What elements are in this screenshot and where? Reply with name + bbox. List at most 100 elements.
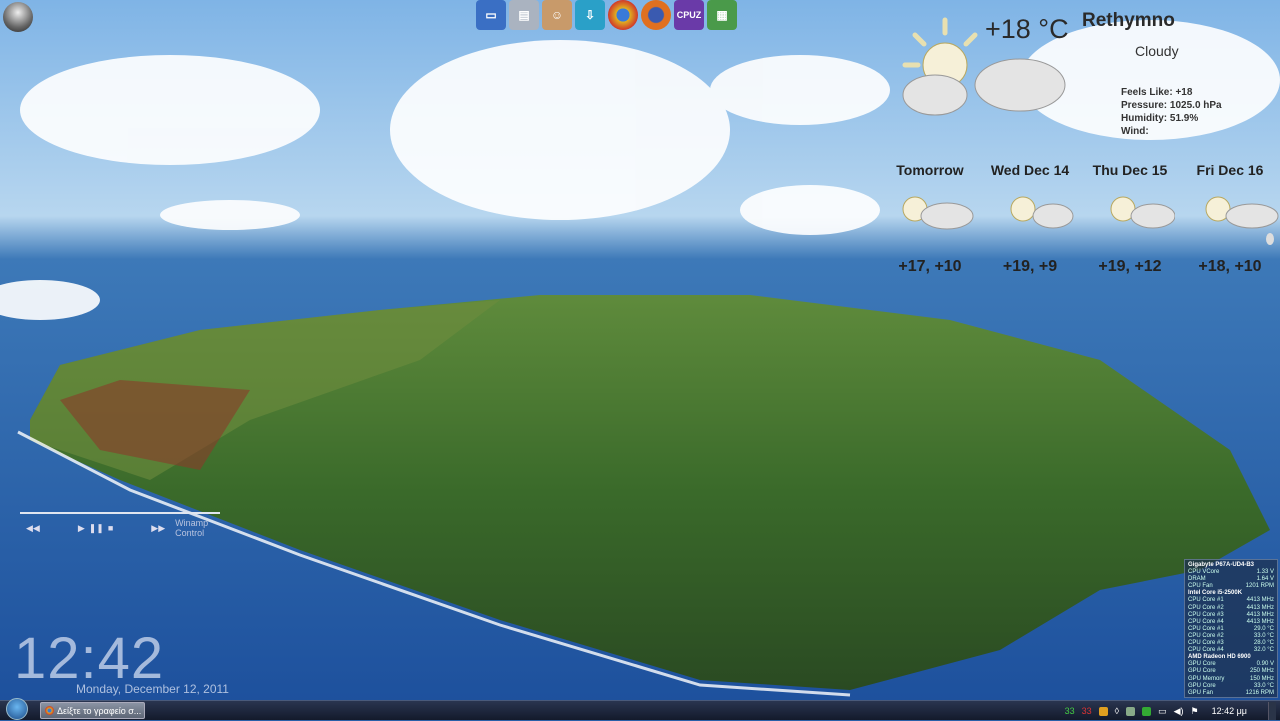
dock: ▭ ▤ ☺ ⇩ CPUZ ▦ [476,0,737,30]
sun-cloud-icon [902,196,974,230]
hw-group-title: Gigabyte P67A-UD4-B3 [1188,562,1255,568]
show-desktop-button[interactable] [1268,702,1276,720]
humidity: Humidity: 51.9% [1121,113,1199,124]
action-center-flag-icon[interactable]: ⚑ [1191,706,1199,717]
winamp-control: ◀◀ ▶ ❚❚ ■ ▶▶ Winamp Control [20,512,220,538]
sensor-value: 250 MHz [1249,668,1274,675]
volume-icon[interactable]: ◀) [1174,706,1184,717]
tray-gpu-temp[interactable]: 33 [1082,706,1092,716]
sensor-label: CPU Fan [1188,583,1213,590]
forecast-day: Wed Dec 14 +19, +9 [980,162,1080,275]
sensor-label: GPU Core [1188,661,1216,668]
sensor-label: CPU Core #1 [1188,597,1224,604]
sensor-label: GPU Fan [1188,689,1214,696]
sensor-value: 1216 RPM [1245,689,1274,696]
hw-sensor-row: GPU Fan 1216 RPM [1188,690,1274,697]
system-tray: 33 33 ◊ ▭ ◀) ⚑ 12:42 μμ [1065,701,1280,721]
forecast-day-label: Fri Dec 16 [1196,162,1264,178]
forecast-day-label: Wed Dec 14 [990,162,1070,178]
sensor-value: 4413 MHz [1246,611,1274,618]
computer-icon[interactable]: ▭ [476,0,506,30]
seek-bar[interactable] [20,512,220,514]
hw-sensor-row: CPU Core #3 28.0 °C [1188,640,1274,647]
desktop-wallpaper [0,0,1280,720]
taskbar-window-button[interactable]: Δείξτε το γραφείο σ... [40,702,145,719]
forecast-day: Thu Dec 15 +19, +12 [1080,162,1180,275]
previous-button[interactable]: ◀◀ [26,523,40,534]
user-icon[interactable]: ☺ [542,0,572,30]
sensor-value: 32.0 °C [1253,647,1274,654]
hw-sensor-row: CPU Core #1 29.0 °C [1188,626,1274,633]
pressure: Pressure: 1025.0 hPa [1121,100,1222,111]
feels-like: Feels Like: +18 [1121,87,1193,98]
hw-sensor-row: GPU Memory 150 MHz [1188,676,1274,683]
tray-app-icon[interactable] [1098,706,1108,716]
chrome-icon[interactable] [608,0,638,30]
hw-sensor-row: CPU Core #4 4413 MHz [1188,619,1274,626]
weather-city: Rethymno [1082,10,1175,31]
hw-sensor-row: CPU Core #3 4413 MHz [1188,612,1274,619]
forecast-temps: +19, +9 [1002,258,1058,275]
hw-sensor-row: CPU Core #4 32.0 °C [1188,647,1274,654]
tray-network-app-icon[interactable] [1126,706,1136,716]
sensor-label: CPU Core #3 [1188,640,1224,647]
sensor-value: 4413 MHz [1246,618,1274,625]
sensor-value: 1.64 V [1256,576,1274,583]
weather-condition: Cloudy [1135,43,1179,59]
sun-cloud-rain-icon [1205,196,1279,245]
sensor-value: 4413 MHz [1246,604,1274,611]
firefox-icon[interactable] [641,0,671,30]
window-label: Δείξτε το γραφείο σ... [57,705,142,716]
clock-date: Monday, December 12, 2011 [76,682,229,696]
wind: Wind: [1121,126,1149,137]
hw-sensor-row: CPU VCore 1.33 V [1188,569,1274,576]
hw-sensor-row: GPU Core 250 MHz [1188,668,1274,675]
sensor-label: CPU Core #1 [1188,625,1224,632]
hw-sensor-row: CPU Core #2 4413 MHz [1188,605,1274,612]
forecast-day-label: Tomorrow [896,162,964,178]
hardware-icon[interactable]: ▦ [707,0,737,30]
cpuz-icon[interactable]: CPUZ [674,0,704,30]
sensor-value: 33.0 °C [1253,682,1274,689]
start-button[interactable] [6,697,28,720]
next-button[interactable]: ▶▶ [151,523,165,534]
sun-cloud-icon [1010,196,1074,229]
hw-sensor-row: CPU Fan 1201 RPM [1188,583,1274,590]
taskbar: Δείξτε το γραφείο σ... 33 33 ◊ ▭ ◀) ⚑ 12… [0,697,1280,721]
play-button[interactable]: ▶ [78,523,85,534]
sensor-value: 33.0 °C [1253,632,1274,639]
forecast-temps: +19, +12 [1098,258,1162,275]
tray-check-icon[interactable] [1142,706,1152,716]
sensor-value: 29.0 °C [1253,625,1274,632]
pause-button[interactable]: ❚❚ [89,523,104,534]
network-icon[interactable]: ▭ [1158,706,1167,717]
sensor-label: CPU Core #2 [1188,604,1224,611]
forecast-day: Tomorrow +17, +10 [880,162,980,275]
sensor-value: 4413 MHz [1246,597,1274,604]
tray-clock[interactable]: 12:42 μμ [1212,706,1247,716]
sun-cloud-icon [1110,196,1176,229]
drive-icon[interactable]: ▤ [509,0,539,30]
sensor-label: CPU VCore [1188,569,1220,576]
rainmeter-orb[interactable] [3,2,33,32]
sensor-label: DRAM [1188,576,1206,583]
sensor-label: GPU Core [1188,682,1216,689]
sensor-value: 1201 RPM [1245,583,1274,590]
tray-cpu-temp[interactable]: 33 [1065,706,1075,716]
forecast-day: Fri Dec 16 +18, +10 [1180,162,1280,275]
hw-sensor-row: CPU Core #2 33.0 °C [1188,633,1274,640]
current-temperature: +18 °C [985,14,1069,44]
forecast-day-label: Thu Dec 15 [1092,162,1168,178]
sensor-label: CPU Core #4 [1188,618,1224,625]
tray-drop-icon[interactable]: ◊ [1115,706,1119,716]
hardware-monitor: Gigabyte P67A-UD4-B3 CPU VCore 1.33 V DRAM 1… [1184,559,1278,698]
hw-sensor-row: CPU Core #1 4413 MHz [1188,597,1274,604]
sensor-label: CPU Core #2 [1188,632,1224,639]
forecast-temps: +17, +10 [898,258,962,275]
sensor-value: 0.90 V [1256,661,1274,668]
stop-button[interactable]: ■ [108,523,113,533]
sensor-value: 150 MHz [1249,675,1274,682]
sensor-value: 28.0 °C [1253,640,1274,647]
weather-details: Feels Like: +18 Pressure: 1025.0 hPa Hum… [1121,86,1222,138]
download-icon[interactable]: ⇩ [575,0,605,30]
